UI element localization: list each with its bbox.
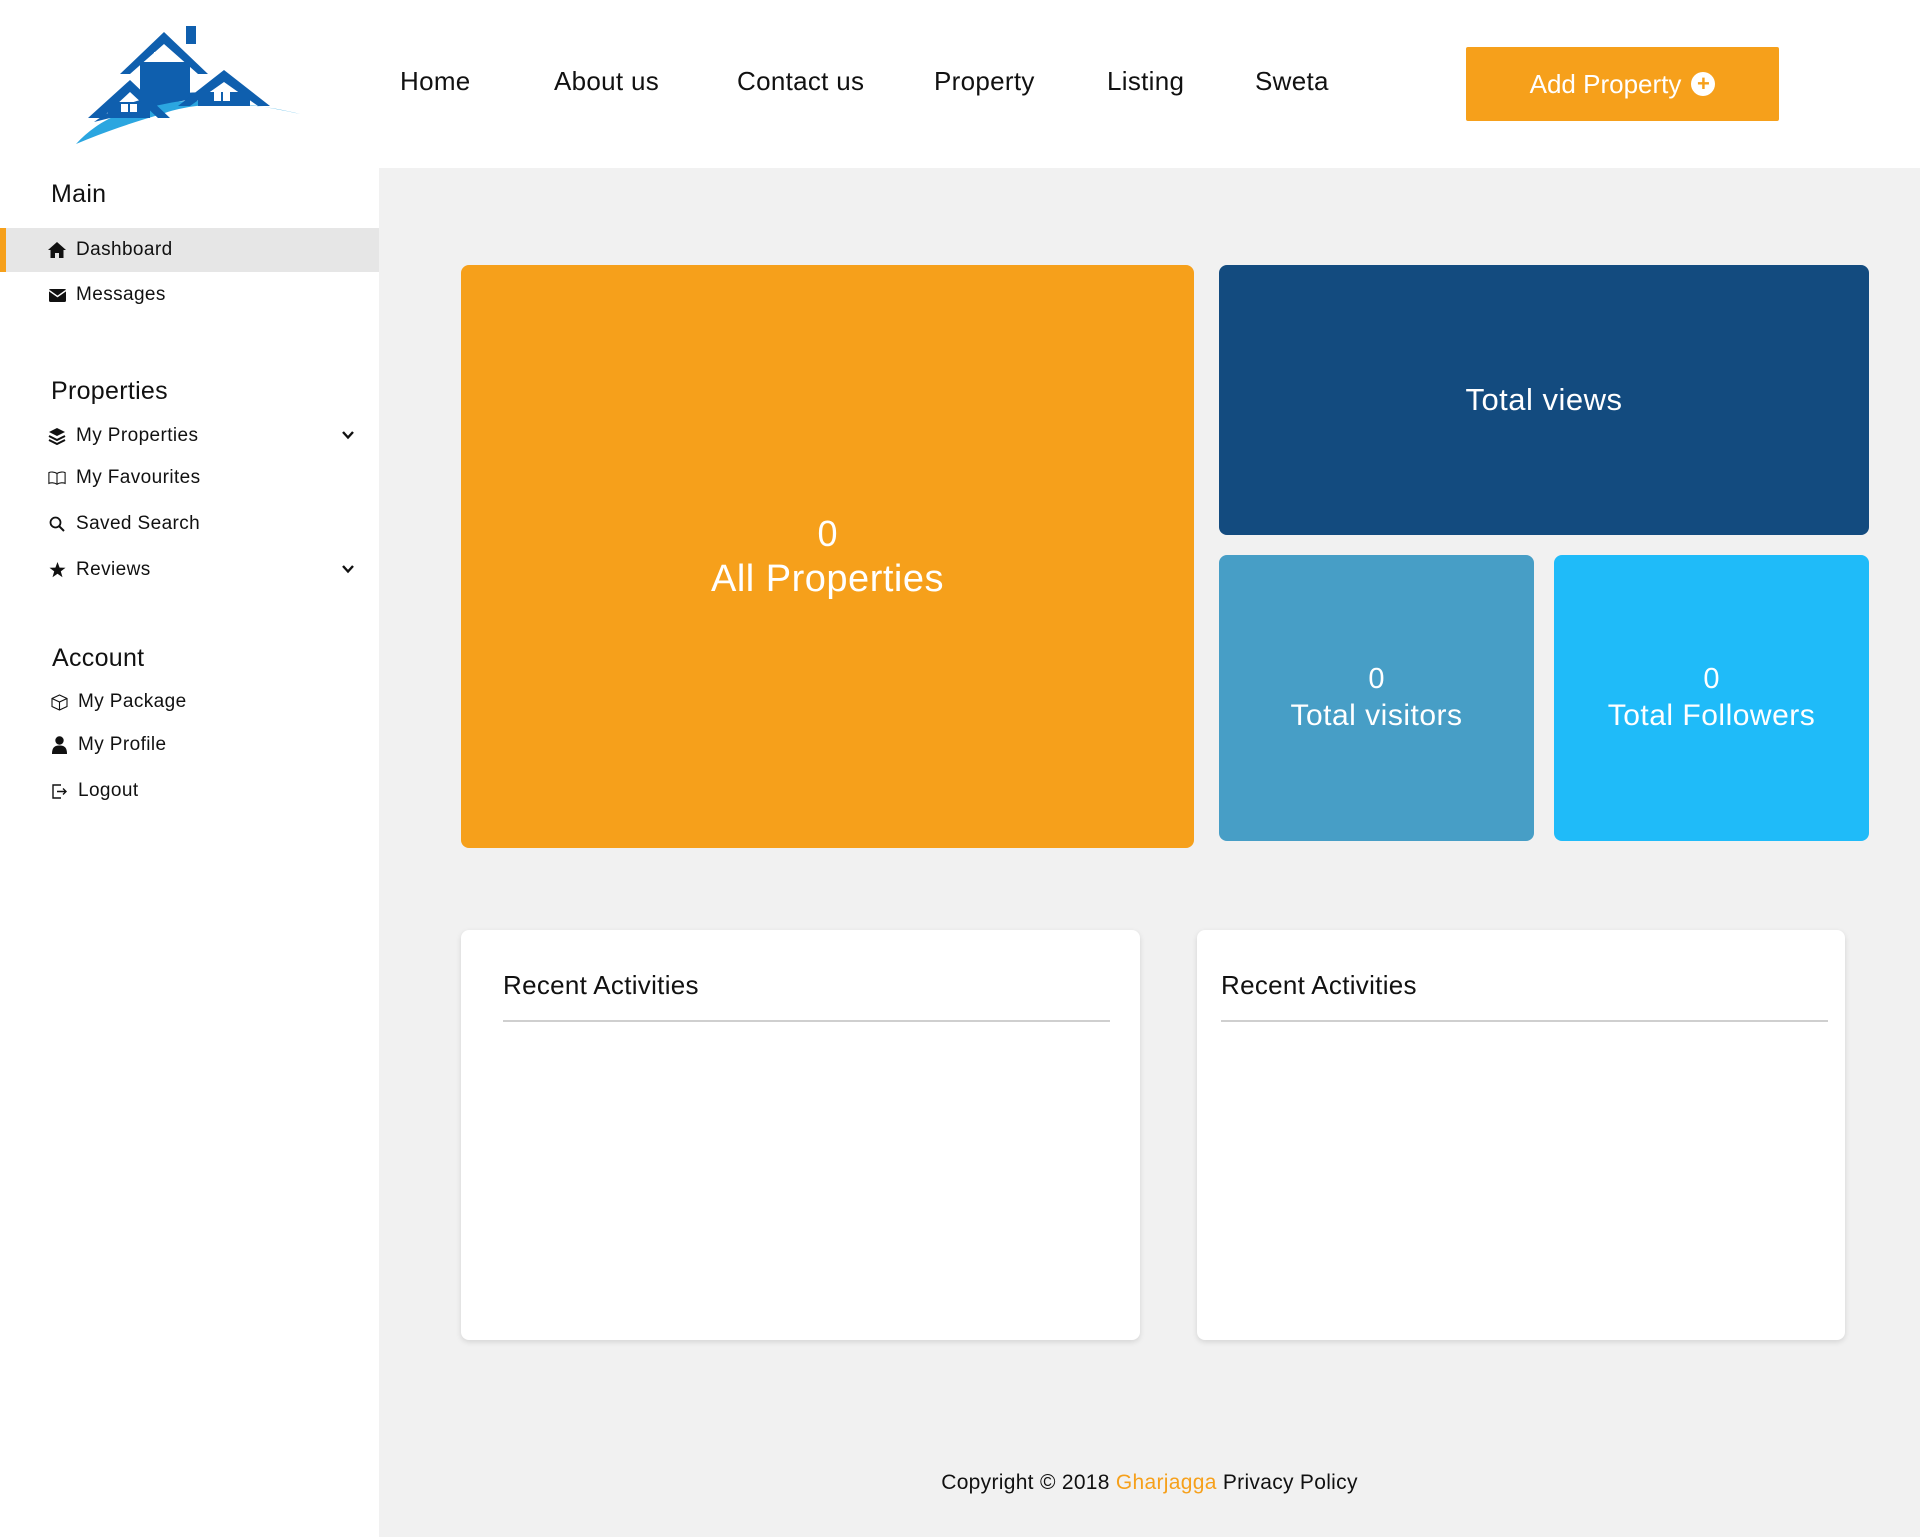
house-logo-icon[interactable] [74,22,302,148]
logout-icon [50,782,68,800]
sidebar-item-dashboard[interactable]: Dashboard [0,228,379,272]
sidebar-item-reviews[interactable]: Reviews [0,548,379,592]
plus-circle-icon: + [1691,72,1716,96]
copyright-text: Copyright © 2018 [941,1471,1110,1494]
sidebar-item-label: My Favourites [76,467,201,488]
sidebar-item-saved-search[interactable]: Saved Search [0,502,379,546]
star-icon [48,561,66,579]
sidebar-heading-main: Main [51,180,107,208]
sidebar: Main Dashboard Messages Properties My Pr… [0,168,379,1537]
total-views-card[interactable]: Total views [1219,265,1869,535]
total-followers-count: 0 [1703,663,1720,695]
sidebar-item-label: Reviews [76,559,151,580]
total-followers-card[interactable]: 0 Total Followers [1554,555,1869,841]
nav-home[interactable]: Home [400,66,471,97]
envelope-icon [48,286,66,304]
divider [1221,1020,1828,1022]
sidebar-item-label: Logout [78,780,139,801]
recent-activities-panel: Recent Activities [461,930,1140,1340]
privacy-policy-link[interactable]: Privacy Policy [1223,1471,1358,1494]
sidebar-item-my-favourites[interactable]: My Favourites [0,456,379,500]
sidebar-item-label: Dashboard [76,239,173,260]
divider [503,1020,1110,1022]
sidebar-item-messages[interactable]: Messages [0,273,379,317]
search-icon [48,515,66,533]
total-views-label: Total views [1465,382,1623,417]
chevron-down-icon[interactable] [341,428,355,442]
nav-listing[interactable]: Listing [1107,66,1184,97]
sidebar-item-my-properties[interactable]: My Properties [0,414,379,458]
panel-title: Recent Activities [1221,970,1417,1000]
footer: Copyright © 2018 Gharjagga Privacy Polic… [379,1471,1920,1495]
chevron-down-icon[interactable] [341,562,355,576]
total-visitors-card[interactable]: 0 Total visitors [1219,555,1534,841]
sidebar-item-label: Saved Search [76,513,201,534]
all-properties-count: 0 [817,512,838,554]
recent-activities-panel: Recent Activities [1197,930,1845,1340]
sidebar-item-label: My Profile [78,734,167,755]
total-followers-label: Total Followers [1607,699,1816,732]
nav-property[interactable]: Property [934,66,1035,97]
sidebar-item-label: My Package [78,691,187,712]
panel-title: Recent Activities [503,970,699,1000]
sidebar-item-label: Messages [76,284,166,305]
open-book-icon [48,469,66,487]
all-properties-card[interactable]: 0 All Properties [461,265,1194,848]
sidebar-heading-account: Account [52,644,145,672]
sidebar-item-label: My Properties [76,425,199,446]
top-header: Home About us Contact us Property Listin… [0,0,1920,168]
sidebar-item-my-profile[interactable]: My Profile [0,723,379,767]
sidebar-item-my-package[interactable]: My Package [0,680,379,724]
user-icon [50,736,68,754]
nav-contact-us[interactable]: Contact us [737,66,864,97]
sidebar-heading-properties: Properties [51,377,168,405]
nav-user-sweta[interactable]: Sweta [1255,66,1329,97]
home-icon [48,241,66,259]
dashboard-main: 0 All Properties Total views 0 Total vis… [379,168,1920,1537]
sidebar-item-logout[interactable]: Logout [0,769,379,813]
add-property-button[interactable]: Add Property + [1466,47,1779,121]
package-icon [50,693,68,711]
total-visitors-count: 0 [1368,663,1385,695]
all-properties-label: All Properties [711,557,944,600]
layers-icon [48,427,66,445]
nav-about-us[interactable]: About us [554,66,659,97]
total-visitors-label: Total visitors [1290,699,1463,732]
add-property-label: Add Property [1529,68,1682,99]
brand-link[interactable]: Gharjagga [1116,1471,1217,1494]
